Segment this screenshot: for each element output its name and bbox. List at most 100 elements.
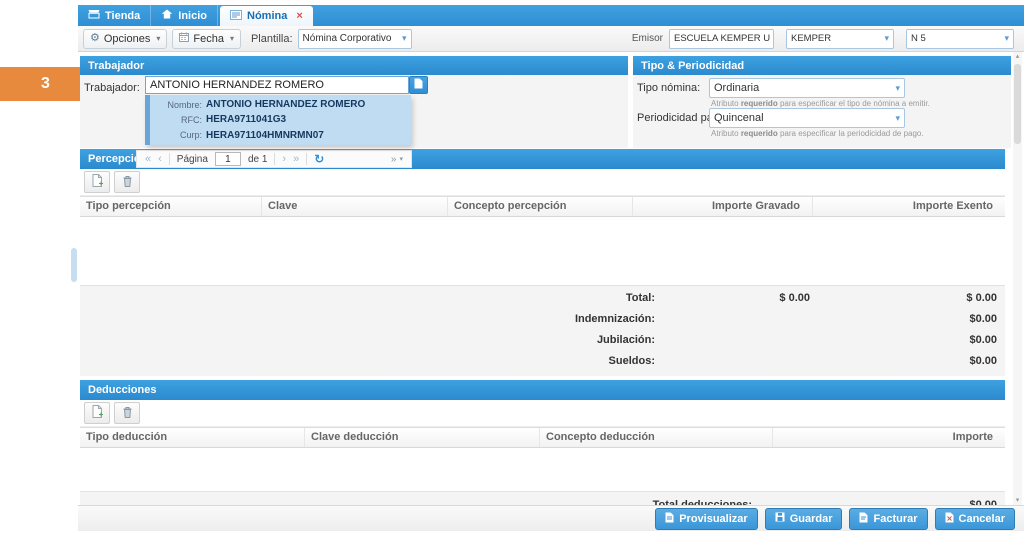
- column-header-clave-deduccion[interactable]: Clave deducción: [305, 428, 540, 447]
- store-icon: [88, 9, 100, 22]
- curp-label: Curp:: [150, 130, 202, 140]
- curp-value: HERA971104HMNRMN07: [206, 130, 324, 141]
- previsualizar-button[interactable]: Provisualizar: [655, 508, 757, 530]
- empresa-value: KEMPER: [791, 33, 831, 44]
- home-icon: [161, 9, 173, 22]
- tipo-nomina-help: Atributo requerido para especificar el t…: [711, 99, 930, 108]
- collapsed-panel-handle[interactable]: [71, 248, 77, 282]
- delete-deduccion-button[interactable]: [114, 402, 140, 424]
- indemnizacion-label: Indemnización:: [575, 313, 655, 325]
- more-icon: »: [391, 154, 397, 165]
- add-document-icon: [92, 174, 103, 190]
- trash-icon: [122, 406, 133, 421]
- page-number-input[interactable]: [215, 152, 241, 166]
- suggestion-row-nombre[interactable]: Nombre: ANTONIO HERNANDEZ ROMERO: [150, 99, 411, 110]
- trabajador-lookup-button[interactable]: [409, 76, 428, 94]
- tab-nomina[interactable]: Nómina ×: [220, 6, 313, 26]
- tab-inicio[interactable]: Inicio: [151, 5, 218, 26]
- trabajador-input[interactable]: [145, 76, 409, 94]
- pagina-label: Página: [177, 154, 208, 165]
- trabajador-suggestion-dropdown[interactable]: Nombre: ANTONIO HERNANDEZ ROMERO RFC: HE…: [145, 95, 411, 145]
- column-header-tipo-deduccion[interactable]: Tipo deducción: [80, 428, 305, 447]
- scrollbar-thumb[interactable]: [1014, 64, 1021, 144]
- percepciones-totals: Total: $ 0.00 $ 0.00 Indemnización: $0.0…: [80, 285, 1005, 376]
- last-page-icon[interactable]: »: [293, 154, 299, 165]
- save-icon: [775, 512, 785, 525]
- tipo-nomina-label: Tipo nómina:: [637, 82, 700, 94]
- scroll-up-icon[interactable]: ▴: [1016, 52, 1020, 61]
- panel-title: Deducciones: [88, 384, 156, 396]
- empresa-select[interactable]: KEMPER ▾: [786, 29, 894, 49]
- jubilacion-label: Jubilación:: [597, 334, 655, 346]
- total-label: Total:: [626, 292, 655, 304]
- nombre-value: ANTONIO HERNANDEZ ROMERO: [206, 99, 365, 110]
- guardar-button[interactable]: Guardar: [765, 508, 843, 530]
- percepciones-empty-body: [80, 217, 1005, 285]
- tab-tienda[interactable]: Tienda: [78, 5, 151, 26]
- trash-icon: [122, 175, 133, 190]
- delete-percepcion-button[interactable]: [114, 171, 140, 193]
- tipo-periodicidad-panel-body: Tipo nómina: Ordinaria ▾ Atributo requer…: [633, 75, 1011, 148]
- tab-label: Inicio: [178, 10, 207, 22]
- chevron-down-icon: ▾: [895, 113, 900, 124]
- scroll-down-icon[interactable]: ▾: [1016, 496, 1020, 505]
- plantilla-select[interactable]: Nómina Corporativo ▾: [298, 29, 412, 49]
- button-label: Guardar: [790, 513, 833, 525]
- suggestion-row-rfc[interactable]: RFC: HERA9711041G3: [150, 114, 411, 125]
- facturar-button[interactable]: Facturar: [849, 508, 927, 530]
- chevron-down-icon: ▾: [399, 155, 403, 163]
- tab-bar: Tienda Inicio Nómina ×: [78, 5, 1024, 26]
- opciones-button[interactable]: ⚙ Opciones ▾: [83, 29, 167, 49]
- column-header-importe-exento[interactable]: Importe Exento: [813, 197, 1005, 216]
- tipo-nomina-select[interactable]: Ordinaria ▾: [709, 78, 905, 98]
- column-header-concepto-deduccion[interactable]: Concepto deducción: [540, 428, 773, 447]
- tipo-nomina-value: Ordinaria: [714, 82, 759, 94]
- close-tab-icon[interactable]: ×: [296, 11, 302, 22]
- percepciones-panel-header: Percepciones « ‹ Página de 1 › » ↻ » ▾: [80, 149, 1005, 169]
- percepciones-panel: Percepciones « ‹ Página de 1 › » ↻ » ▾: [80, 149, 1005, 376]
- document-icon: [414, 78, 423, 92]
- separator: [274, 153, 275, 165]
- rfc-value: HERA9711041G3: [206, 114, 286, 125]
- first-page-icon[interactable]: «: [145, 154, 151, 165]
- column-header-importe[interactable]: Importe: [773, 428, 1005, 447]
- emisor-select[interactable]: ESCUELA KEMPER U ▾: [669, 29, 774, 49]
- add-document-icon: [92, 405, 103, 421]
- prev-page-icon[interactable]: ‹: [158, 154, 162, 165]
- toolbar-overflow-button[interactable]: » ▾: [391, 154, 403, 165]
- column-header-tipo-percepcion[interactable]: Tipo percepción: [80, 197, 262, 216]
- chevron-down-icon: ▾: [156, 34, 160, 43]
- gear-icon: ⚙: [90, 33, 100, 44]
- next-page-icon[interactable]: ›: [282, 154, 286, 165]
- column-header-importe-gravado[interactable]: Importe Gravado: [633, 197, 813, 216]
- trabajador-panel-header: Trabajador: [80, 56, 628, 75]
- suggestion-row-curp[interactable]: Curp: HERA971104HMNRMN07: [150, 130, 411, 141]
- periodicidad-select[interactable]: Quincenal ▾: [709, 108, 905, 128]
- chevron-down-icon: ▾: [1004, 33, 1009, 44]
- serie-select[interactable]: N 5 ▾: [906, 29, 1014, 49]
- add-percepcion-button[interactable]: [84, 171, 110, 193]
- column-header-concepto-percepcion[interactable]: Concepto percepción: [448, 197, 633, 216]
- fecha-label: Fecha: [193, 33, 224, 45]
- cancelar-button[interactable]: Cancelar: [935, 508, 1015, 530]
- fecha-button[interactable]: Fecha ▾: [172, 29, 241, 49]
- step-number: 3: [41, 75, 50, 93]
- trabajador-panel-body: Trabajador: Nombre: ANTONIO HERNANDEZ RO…: [80, 75, 628, 148]
- deducciones-panel-header: Deducciones: [80, 380, 1005, 400]
- nombre-label: Nombre:: [150, 100, 202, 110]
- add-deduccion-button[interactable]: [84, 402, 110, 424]
- column-header-clave[interactable]: Clave: [262, 197, 448, 216]
- opciones-label: Opciones: [104, 33, 150, 45]
- chevron-down-icon: ▾: [895, 83, 900, 94]
- emisor-value: ESCUELA KEMPER U: [674, 33, 770, 44]
- tipo-periodicidad-panel: Tipo & Periodicidad Tipo nómina: Ordinar…: [633, 56, 1011, 148]
- sueldos-value: $0.00: [969, 355, 997, 367]
- deducciones-total-row-clipped: Total deducciones: $0.00: [80, 491, 1005, 506]
- button-label: Cancelar: [959, 513, 1005, 525]
- percepciones-header-row: Tipo percepción Clave Concepto percepció…: [80, 196, 1005, 217]
- trabajador-field-label: Trabajador:: [84, 82, 140, 94]
- indemnizacion-value: $0.00: [969, 313, 997, 325]
- sueldos-label: Sueldos:: [609, 355, 655, 367]
- refresh-icon[interactable]: ↻: [314, 153, 324, 165]
- pagination-toolbar: « ‹ Página de 1 › » ↻ » ▾: [136, 150, 412, 168]
